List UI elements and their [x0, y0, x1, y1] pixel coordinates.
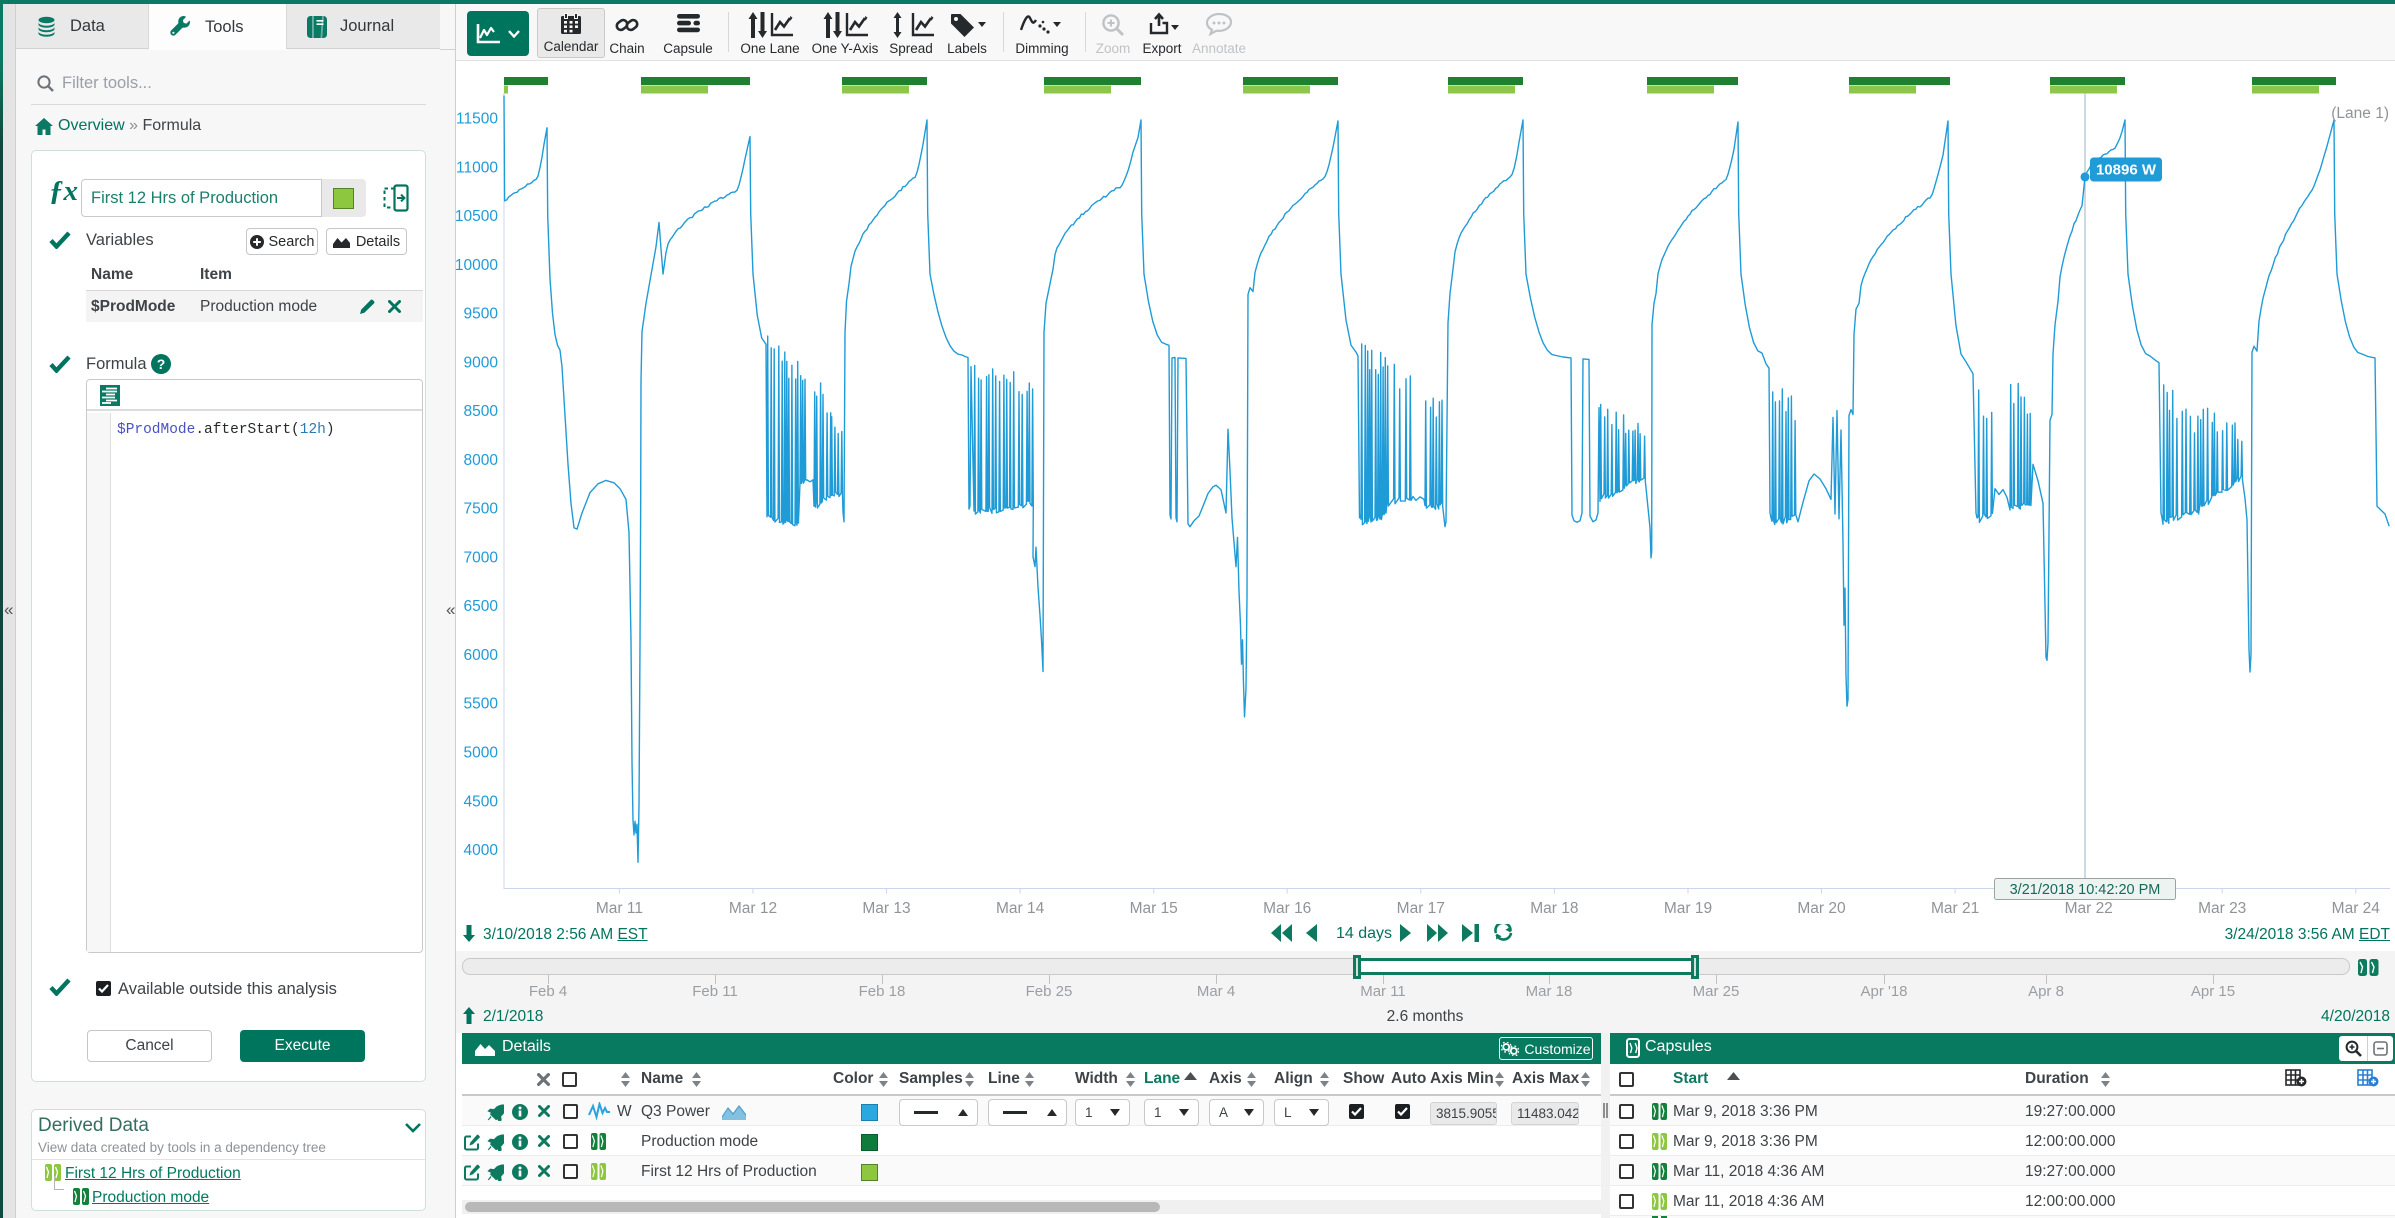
svg-text:4000: 4000: [464, 842, 499, 859]
svg-text:6500: 6500: [464, 598, 499, 615]
svg-text:Mar 12: Mar 12: [729, 900, 777, 917]
svg-text:6000: 6000: [464, 647, 499, 664]
svg-text:Mar 13: Mar 13: [862, 900, 910, 917]
svg-text:5000: 5000: [464, 745, 499, 762]
svg-text:7000: 7000: [464, 549, 499, 566]
svg-text:11500: 11500: [456, 111, 498, 128]
svg-text:Mar 23: Mar 23: [2198, 900, 2246, 917]
svg-text:9000: 9000: [464, 354, 499, 371]
svg-text:10896 W: 10896 W: [2096, 162, 2157, 179]
svg-text:Mar 16: Mar 16: [1263, 900, 1311, 917]
svg-text:7500: 7500: [464, 501, 499, 518]
svg-text:Mar 24: Mar 24: [2332, 900, 2381, 917]
svg-text:Mar 20: Mar 20: [1797, 900, 1846, 917]
svg-text:10000: 10000: [456, 257, 498, 274]
svg-text:Mar 17: Mar 17: [1397, 900, 1445, 917]
svg-text:8000: 8000: [464, 452, 499, 469]
svg-text:9500: 9500: [464, 306, 499, 323]
svg-text:(Lane 1): (Lane 1): [2331, 105, 2389, 122]
svg-text:Mar 14: Mar 14: [996, 900, 1045, 917]
svg-text:Mar 11: Mar 11: [596, 900, 643, 917]
svg-text:Mar 19: Mar 19: [1664, 900, 1712, 917]
svg-text:Mar 18: Mar 18: [1530, 900, 1578, 917]
svg-text:10500: 10500: [456, 208, 498, 225]
svg-text:Mar 15: Mar 15: [1130, 900, 1178, 917]
svg-text:8500: 8500: [464, 403, 499, 420]
svg-text:5500: 5500: [464, 696, 499, 713]
svg-text:4500: 4500: [464, 793, 499, 810]
svg-text:11000: 11000: [456, 159, 498, 176]
svg-text:3/21/2018 10:42:20 PM: 3/21/2018 10:42:20 PM: [2010, 882, 2161, 898]
svg-text:Mar 22: Mar 22: [2065, 900, 2113, 917]
svg-text:Mar 21: Mar 21: [1931, 900, 1979, 917]
svg-text:?: ?: [157, 356, 166, 372]
